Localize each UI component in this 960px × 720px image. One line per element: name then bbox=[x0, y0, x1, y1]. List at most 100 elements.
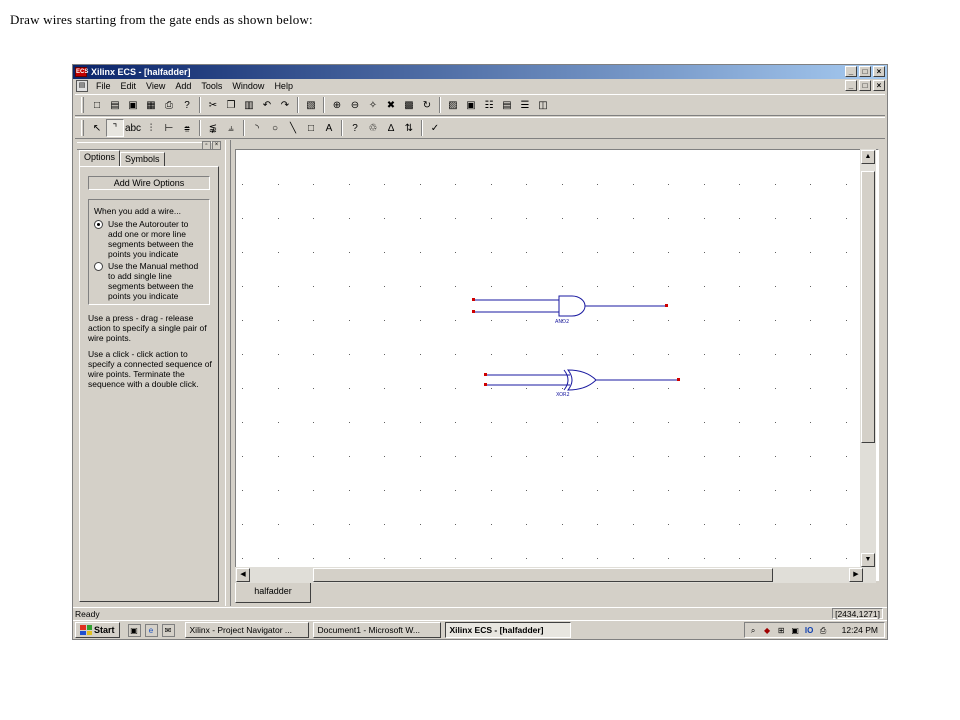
xor2-pin-a[interactable] bbox=[484, 373, 487, 376]
doc-minimize-button[interactable]: _ bbox=[845, 80, 857, 91]
menu-file[interactable]: File bbox=[91, 81, 116, 91]
menu-add[interactable]: Add bbox=[170, 81, 196, 91]
scroll-right-icon[interactable]: ▶ bbox=[849, 568, 863, 582]
xor2-gate[interactable] bbox=[486, 369, 678, 391]
copy-icon[interactable]: ❐ bbox=[222, 96, 240, 114]
save-icon[interactable]: ▣ bbox=[124, 96, 142, 114]
zoom-fit-icon[interactable]: ✖ bbox=[382, 96, 400, 114]
instance-icon[interactable]: ⫨ bbox=[222, 119, 240, 137]
title-bar[interactable]: ECS Xilinx ECS - [halfadder] _ □ × bbox=[73, 65, 887, 79]
zoom-in-icon[interactable]: ⊕ bbox=[328, 96, 346, 114]
split-h-icon[interactable]: ☰ bbox=[516, 96, 534, 114]
redo-icon[interactable]: ↷ bbox=[276, 96, 294, 114]
and2-pin-b[interactable] bbox=[472, 310, 475, 313]
zoom-area-icon[interactable]: ▩ bbox=[400, 96, 418, 114]
tile-icon[interactable]: ▣ bbox=[462, 96, 480, 114]
help-icon[interactable]: ? bbox=[178, 96, 196, 114]
arc-icon[interactable]: ◝ bbox=[248, 119, 266, 137]
open-icon[interactable]: ▤ bbox=[106, 96, 124, 114]
vertical-scroll-thumb[interactable] bbox=[861, 171, 875, 443]
io-marker-icon[interactable]: ⩷ bbox=[178, 119, 196, 137]
search-tray-icon[interactable]: ⌕ bbox=[748, 625, 759, 636]
outlook-icon[interactable]: ✉ bbox=[161, 623, 175, 637]
and2-pin-a[interactable] bbox=[472, 298, 475, 301]
paste-icon[interactable]: ▥ bbox=[240, 96, 258, 114]
mirror-icon[interactable]: ∆ bbox=[382, 119, 400, 137]
undo-icon[interactable]: ↶ bbox=[258, 96, 276, 114]
find-icon[interactable]: ▧ bbox=[302, 96, 320, 114]
bus-tap-icon[interactable]: ⊢ bbox=[160, 119, 178, 137]
autorouter-radio[interactable] bbox=[94, 220, 103, 229]
ie-icon[interactable]: e bbox=[144, 623, 158, 637]
net-name-icon[interactable]: abc bbox=[124, 119, 142, 137]
doc-close-button[interactable]: × bbox=[873, 80, 885, 91]
schematic-drawing[interactable]: AND2 XOR2 bbox=[236, 150, 860, 568]
desktop-icon[interactable]: ▣ bbox=[127, 623, 141, 637]
text-icon[interactable]: A bbox=[320, 119, 338, 137]
ecs-app-icon[interactable]: ECS bbox=[75, 67, 88, 77]
horizontal-scrollbar[interactable]: ◀ ▶ bbox=[235, 567, 876, 583]
menu-window[interactable]: Window bbox=[227, 81, 269, 91]
printer-tray-icon[interactable]: ⎙ bbox=[818, 625, 829, 636]
schematic-canvas[interactable]: AND2 XOR2 bbox=[235, 149, 879, 581]
doc-restore-button[interactable]: □ bbox=[859, 80, 871, 91]
toolbar-grip[interactable] bbox=[81, 120, 84, 136]
network-tray-icon[interactable]: ⊞ bbox=[776, 625, 787, 636]
refresh-icon[interactable]: ↻ bbox=[418, 96, 436, 114]
symbol-icon[interactable]: ⪉ bbox=[204, 119, 222, 137]
close-button[interactable]: × bbox=[873, 66, 885, 77]
tab-halfadder[interactable]: halfadder bbox=[235, 583, 311, 603]
split-v-icon[interactable]: ◫ bbox=[534, 96, 552, 114]
scroll-down-icon[interactable]: ▼ bbox=[861, 553, 875, 567]
circle-icon[interactable]: ○ bbox=[266, 119, 284, 137]
autorouter-option[interactable]: Use the Autorouter to add one or more li… bbox=[94, 219, 205, 259]
zoom-out-icon[interactable]: ⊖ bbox=[346, 96, 364, 114]
manual-option[interactable]: Use the Manual method to add single line… bbox=[94, 261, 205, 301]
and2-gate[interactable] bbox=[474, 295, 666, 317]
task-document1[interactable]: Document1 - Microsoft W... bbox=[312, 622, 441, 638]
hierarchy-icon[interactable]: ☷ bbox=[480, 96, 498, 114]
rotate-icon[interactable]: ⇅ bbox=[400, 119, 418, 137]
menu-tools[interactable]: Tools bbox=[196, 81, 227, 91]
monitor-tray-icon[interactable]: ▣ bbox=[790, 625, 801, 636]
query-icon[interactable]: ? bbox=[346, 119, 364, 137]
panel-dock-icon[interactable]: ▫ bbox=[202, 141, 211, 150]
maximize-button[interactable]: □ bbox=[859, 66, 871, 77]
select-icon[interactable]: ↖ bbox=[88, 119, 106, 137]
menu-help[interactable]: Help bbox=[269, 81, 298, 91]
window-icon[interactable]: ▤ bbox=[498, 96, 516, 114]
cascade-icon[interactable]: ▨ bbox=[444, 96, 462, 114]
new-icon[interactable]: □ bbox=[88, 96, 106, 114]
scroll-left-icon[interactable]: ◀ bbox=[236, 568, 250, 582]
zoom-full-icon[interactable]: ✧ bbox=[364, 96, 382, 114]
lasso-icon[interactable]: ♲ bbox=[364, 119, 382, 137]
manual-radio[interactable] bbox=[94, 262, 103, 271]
save-all-icon[interactable]: ▦ bbox=[142, 96, 160, 114]
rename-icon[interactable]: ⫶ bbox=[142, 119, 160, 137]
xor2-pin-out[interactable] bbox=[677, 378, 680, 381]
document-system-icon[interactable]: ▤ bbox=[76, 80, 88, 92]
menu-view[interactable]: View bbox=[141, 81, 170, 91]
task-project-navigator[interactable]: Xilinx - Project Navigator ... bbox=[184, 622, 309, 638]
check-icon[interactable]: ✓ bbox=[426, 119, 444, 137]
horizontal-scroll-thumb[interactable] bbox=[313, 568, 773, 582]
shield-tray-icon[interactable]: ◆ bbox=[762, 625, 773, 636]
minimize-button[interactable]: _ bbox=[845, 66, 857, 77]
cut-icon[interactable]: ✂ bbox=[204, 96, 222, 114]
print-icon[interactable]: ⎙ bbox=[160, 96, 178, 114]
line-icon[interactable]: ╲ bbox=[284, 119, 302, 137]
toolbar-grip[interactable] bbox=[81, 97, 84, 113]
rectangle-icon[interactable]: □ bbox=[302, 119, 320, 137]
tab-symbols[interactable]: Symbols bbox=[120, 152, 165, 166]
io-tray-icon[interactable]: IO bbox=[804, 625, 815, 636]
panel-close-icon[interactable]: × bbox=[212, 141, 221, 150]
panel-splitter[interactable] bbox=[225, 140, 231, 606]
start-button[interactable]: Start bbox=[75, 622, 120, 638]
task-xilinx-ecs[interactable]: Xilinx ECS - [halfadder] bbox=[444, 622, 571, 638]
xor2-pin-b[interactable] bbox=[484, 383, 487, 386]
add-wire-icon[interactable]: ⌝ bbox=[106, 119, 124, 137]
tab-options[interactable]: Options bbox=[79, 150, 121, 166]
vertical-scrollbar[interactable]: ▲ ▼ bbox=[860, 149, 876, 569]
menu-edit[interactable]: Edit bbox=[116, 81, 142, 91]
scroll-up-icon[interactable]: ▲ bbox=[861, 150, 875, 164]
